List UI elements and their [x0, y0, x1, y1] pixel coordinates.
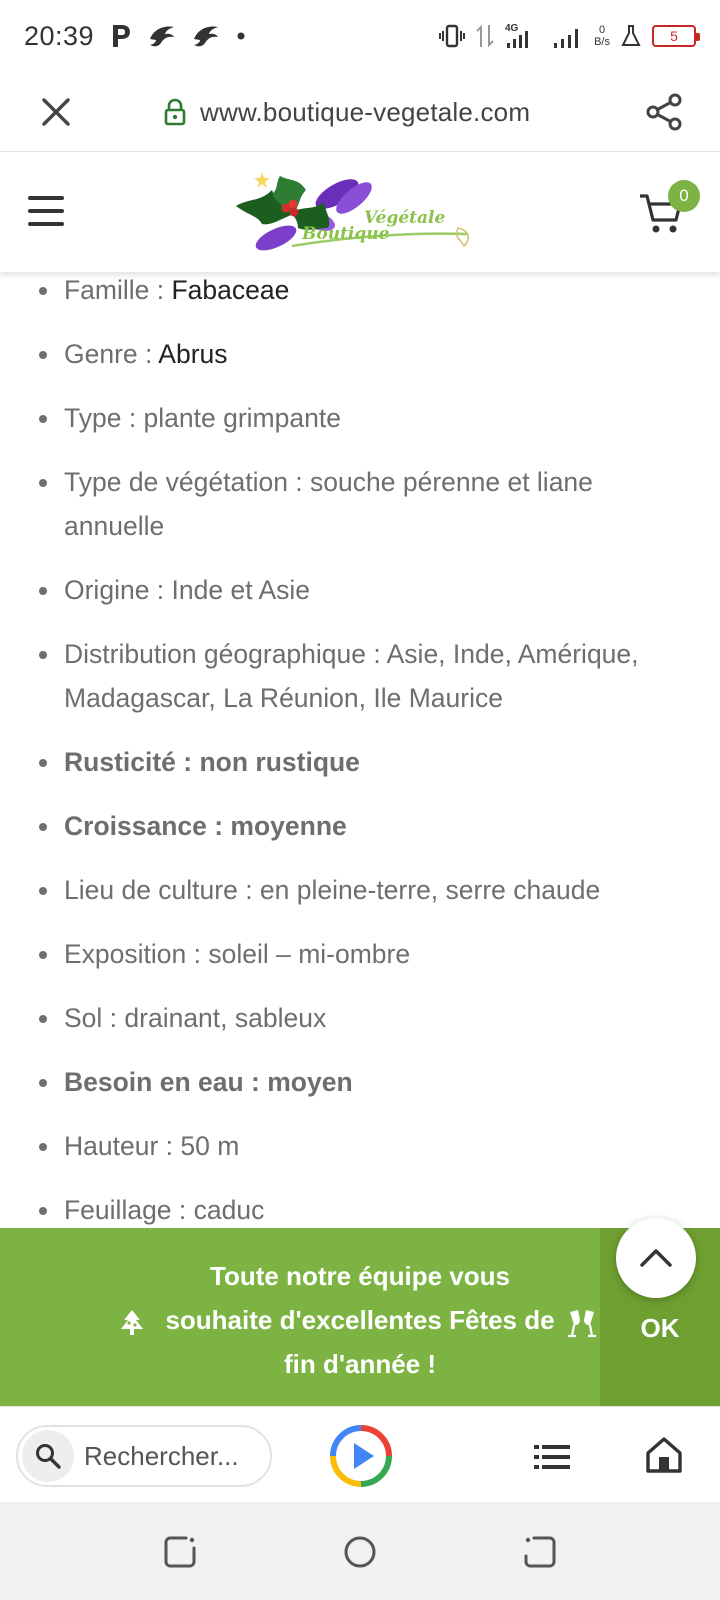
list-item: Famille : Fabaceae	[39, 268, 680, 312]
hamburger-line	[28, 222, 64, 226]
home-button[interactable]	[644, 1435, 684, 1475]
vibrate-icon	[439, 24, 466, 48]
status-notification-icons	[110, 23, 246, 49]
item-value: Abrus	[158, 339, 228, 369]
item-label: Besoin en eau : moyen	[64, 1067, 353, 1097]
recent-apps-icon	[164, 1536, 196, 1568]
item-value: Fabaceae	[171, 275, 290, 305]
share-button[interactable]	[642, 90, 686, 134]
status-time: 20:39	[24, 20, 95, 51]
banner-message: Toute notre équipe vous souhaite d'excel…	[110, 1254, 610, 1386]
hamburger-line	[28, 209, 64, 213]
search-icon-container	[22, 1430, 74, 1482]
status-right-icons: 4G 0 B/s 5	[438, 21, 700, 51]
item-label: Feuillage : caduc	[64, 1195, 265, 1225]
more-notifications-dot-icon	[237, 32, 245, 40]
signal-bars-icon	[554, 29, 579, 48]
list-item: Exposition : soleil – mi-ombre	[39, 932, 680, 976]
banner-line-3: fin d'année !	[283, 1349, 437, 1379]
item-label: Famille :	[64, 275, 172, 305]
chevron-up-icon	[640, 1249, 672, 1267]
hamburger-line	[28, 196, 64, 200]
status-bar: 20:39 4G 0 B/s 5	[0, 0, 720, 72]
logo-text-vegetale: Végétale	[364, 208, 446, 228]
browser-bottom-bar: Rechercher...	[0, 1406, 720, 1502]
menu-button[interactable]	[28, 196, 64, 226]
characteristics-list: Famille : Fabaceae Genre : Abrus Type : …	[0, 268, 720, 1230]
recent-apps-button[interactable]	[162, 1534, 198, 1575]
close-icon	[42, 98, 70, 126]
network-type: 4G	[505, 23, 519, 34]
bird-app-icon	[150, 26, 175, 47]
flask-icon	[621, 25, 641, 46]
product-characteristics: Famille : Fabaceae Genre : Abrus Type : …	[0, 250, 720, 1230]
share-icon	[646, 93, 682, 131]
close-tab-button[interactable]	[36, 92, 76, 132]
list-item: Feuillage : caduc	[39, 1188, 680, 1230]
battery-level: 5	[670, 28, 678, 44]
site-header: Boutique Végétale	[0, 152, 720, 272]
item-label: Hauteur : 50 m	[64, 1131, 240, 1161]
play-icon	[330, 1425, 392, 1487]
list-item: Type de végétation : souche pérenne et l…	[39, 460, 680, 548]
item-label: Distribution géographique : Asie, Inde, …	[64, 639, 639, 713]
item-label: Origine : Inde et Asie	[64, 575, 311, 605]
list-item: Type : plante grimpante	[39, 396, 680, 440]
site-logo[interactable]: Boutique Végétale	[232, 168, 482, 258]
url-field[interactable]: www.boutique-vegetale.com	[164, 92, 530, 132]
item-label: Sol : drainant, sableux	[64, 1003, 327, 1033]
tabs-list-button[interactable]	[532, 1437, 572, 1477]
browser-url-bar: www.boutique-vegetale.com	[0, 72, 720, 152]
list-item: Lieu de culture : en pleine-terre, serre…	[39, 868, 680, 912]
item-label: Type : plante grimpante	[64, 403, 341, 433]
list-item: Genre : Abrus	[39, 332, 680, 376]
signal-4g-icon: 4G	[505, 23, 529, 48]
item-label: Croissance : moyenne	[64, 811, 347, 841]
list-item: Origine : Inde et Asie	[39, 568, 680, 612]
battery-icon: 5	[652, 25, 700, 47]
lock-icon	[164, 98, 186, 126]
home-icon	[646, 1437, 682, 1473]
item-label: Genre :	[64, 339, 159, 369]
item-label: Type de végétation : souche pérenne et l…	[64, 467, 593, 541]
back-icon	[524, 1536, 556, 1568]
circle-home-icon	[344, 1536, 376, 1568]
banner-line-1: Toute notre équipe vous	[210, 1261, 510, 1291]
cart-count-badge: 0	[668, 180, 700, 212]
banner-line-2: souhaite d'excellentes Fêtes de	[165, 1305, 555, 1335]
scroll-to-top-button[interactable]	[616, 1218, 696, 1298]
list-item: Croissance : moyenne	[39, 804, 680, 848]
play-button[interactable]	[330, 1425, 392, 1487]
champagne-glasses-icon	[568, 1310, 596, 1338]
search-placeholder: Rechercher...	[84, 1440, 239, 1471]
url-text: www.boutique-vegetale.com	[200, 96, 531, 127]
bird-app-icon-2	[194, 26, 219, 47]
item-label: Rusticité : non rustique	[64, 747, 360, 777]
system-navigation-bar	[0, 1502, 720, 1600]
network-speed-unit: B/s	[594, 36, 610, 48]
data-transfer-icon	[476, 24, 494, 48]
list-item: Rusticité : non rustique	[39, 740, 680, 784]
list-item: Hauteur : 50 m	[39, 1124, 680, 1168]
item-label: Exposition : soleil – mi-ombre	[64, 939, 411, 969]
network-speed-value: 0	[598, 24, 606, 36]
search-icon	[36, 1444, 61, 1469]
list-item: Besoin en eau : moyen	[39, 1060, 680, 1104]
item-label: Lieu de culture : en pleine-terre, serre…	[64, 875, 601, 905]
list-icon	[534, 1445, 570, 1469]
system-home-button[interactable]	[342, 1534, 378, 1575]
network-speed: 0 B/s	[594, 24, 610, 48]
list-item: Sol : drainant, sableux	[39, 996, 680, 1040]
list-item: Distribution géographique : Asie, Inde, …	[39, 632, 680, 720]
holiday-banner: Toute notre équipe vous souhaite d'excel…	[0, 1228, 720, 1406]
search-input[interactable]: Rechercher...	[16, 1425, 272, 1487]
system-back-button[interactable]	[522, 1534, 558, 1575]
parking-app-icon	[113, 25, 131, 47]
